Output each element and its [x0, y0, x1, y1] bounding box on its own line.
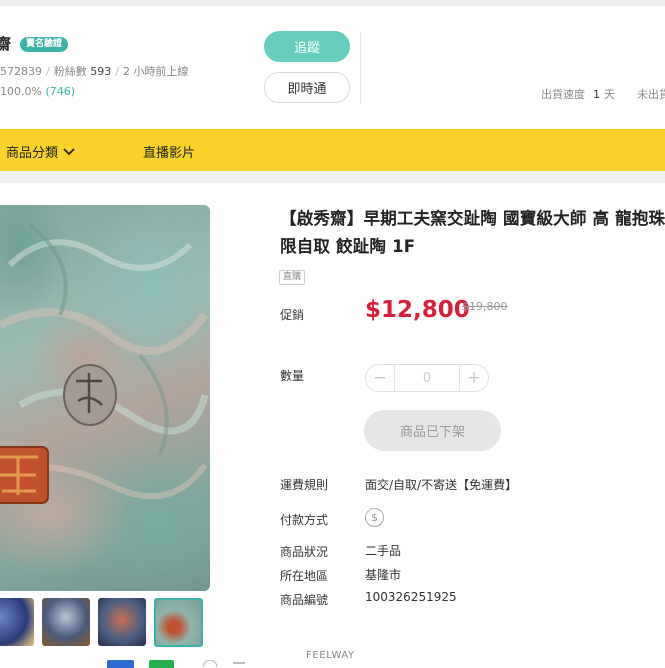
direct-buy-tag: 直購 — [279, 270, 306, 285]
seller-id: 572839 — [0, 65, 42, 78]
product-id-label: 商品編號 — [280, 593, 329, 607]
quantity-input[interactable]: 0 — [395, 371, 459, 386]
seller-meta: 572839/粉絲數 593/2 小時前上線 — [0, 65, 189, 78]
delisted-button[interactable]: 商品已下架 — [364, 410, 501, 451]
product-image-art — [0, 223, 209, 504]
original-price: $19,800 — [462, 300, 508, 313]
shipping-speed: 出貨速度 1 天 — [541, 86, 615, 102]
last-online: 2 小時前上線 — [122, 65, 189, 78]
thumbnail-2[interactable] — [42, 598, 90, 646]
product-main-image[interactable] — [0, 205, 210, 591]
shipping-rule-value: 面交/自取/不寄送【免運費】 — [365, 478, 518, 492]
unshipped-label: 未出貨 — [637, 88, 665, 101]
category-menu-label: 商品分類 — [6, 146, 59, 161]
seller-name[interactable]: 齋 — [0, 33, 11, 54]
shipping-rule-label: 運費規則 — [280, 478, 329, 492]
nav-separator — [0, 171, 665, 183]
verified-badge: 賣名驗證 — [20, 37, 69, 52]
shipping-speed-value: 1 — [593, 88, 600, 101]
fans-label: 粉絲數 — [53, 65, 87, 78]
payment-method-label: 付款方式 — [280, 513, 329, 527]
store-nav-bar: 商品分類 直播影片 — [0, 129, 665, 171]
footer-brand: FEELWAY — [306, 650, 355, 661]
fans-count: 593 — [90, 65, 112, 78]
share-more-icon[interactable] — [233, 662, 245, 664]
sale-price: $12,800 — [365, 297, 470, 323]
rating-percent: 100.0% — [0, 85, 42, 98]
thumbnail-4-selected[interactable] — [154, 598, 203, 647]
rating-count[interactable]: (746) — [45, 85, 75, 98]
share-line-icon[interactable] — [149, 660, 174, 668]
live-videos-link[interactable]: 直播影片 — [143, 142, 195, 161]
shipping-speed-label: 出貨速度 — [541, 88, 585, 101]
seller-rating: 100.0% (746) — [0, 85, 75, 98]
share-facebook-icon[interactable] — [107, 660, 134, 668]
thumbnail-strip — [0, 598, 216, 650]
category-menu[interactable]: 商品分類 — [6, 142, 76, 161]
quantity-stepper: − 0 + — [365, 364, 489, 392]
quantity-increment-button[interactable]: + — [459, 365, 488, 391]
quantity-label: 數量 — [280, 369, 305, 383]
location-label: 所在地區 — [280, 569, 329, 583]
chat-button[interactable]: 即時通 — [264, 72, 350, 103]
top-strip — [0, 0, 665, 6]
product-id-value: 100326251925 — [365, 590, 457, 604]
share-link-icon[interactable] — [203, 660, 217, 667]
promo-label: 促銷 — [280, 308, 305, 322]
thumbnail-1[interactable] — [0, 598, 34, 646]
condition-value: 二手品 — [365, 544, 402, 558]
quantity-decrement-button[interactable]: − — [366, 365, 395, 391]
follow-button[interactable]: 追蹤 — [264, 31, 350, 62]
dollar-circle-icon[interactable]: $ — [365, 508, 384, 527]
condition-label: 商品狀況 — [280, 545, 329, 559]
thumbnail-3[interactable] — [98, 598, 146, 646]
product-title: 【啟秀齋】早期工夫窯交趾陶 國寶級大師 高 龍抱珠 限自取 餃趾陶 1F — [280, 209, 665, 256]
shipping-speed-unit: 天 — [604, 88, 615, 101]
header-divider — [360, 32, 361, 104]
location-value: 基隆市 — [365, 568, 402, 582]
chevron-down-icon — [63, 147, 75, 155]
